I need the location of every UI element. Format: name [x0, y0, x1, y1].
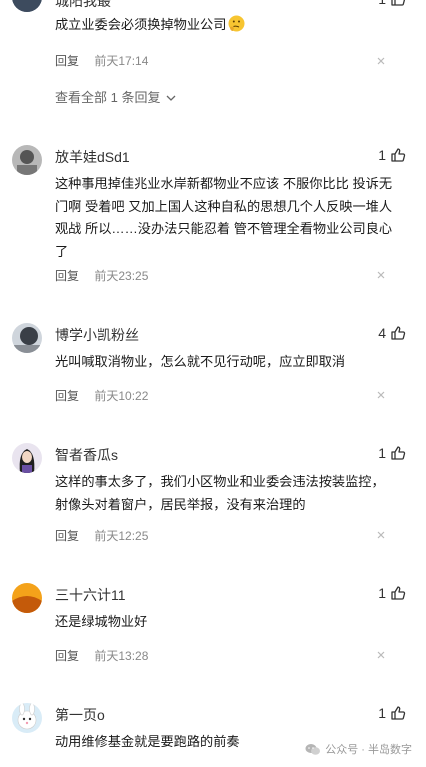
avatar[interactable]: [12, 583, 42, 613]
thumbs-up-icon[interactable]: [390, 705, 406, 721]
like-count: 1: [378, 705, 386, 721]
close-icon[interactable]: [376, 650, 386, 660]
comment-time: 前天10:22: [94, 389, 149, 403]
comment-author[interactable]: 城阳我最: [55, 0, 111, 11]
comment-meta: 回复 前天12:25: [55, 527, 148, 544]
like-count: 1: [378, 445, 386, 461]
comment-time: 前天12:25: [94, 529, 149, 543]
comment-author[interactable]: 放羊娃dSd1: [55, 147, 130, 167]
comment-author[interactable]: 智者香瓜s: [55, 445, 118, 465]
avatar[interactable]: [12, 323, 42, 353]
reply-button[interactable]: 回复: [55, 389, 79, 403]
comment-time: 前天23:25: [94, 269, 149, 283]
comment-text: 这样的事太多了，我们小区物业和业委会违法按装监控，射像头对着窗户，居民举报，没有…: [55, 474, 385, 512]
comment-time: 前天17:14: [94, 54, 149, 68]
avatar[interactable]: [12, 145, 42, 175]
comment-text: 还是绿城物业好: [55, 614, 148, 629]
close-icon[interactable]: [376, 390, 386, 400]
thinking-face-icon: [228, 15, 245, 32]
comment-text: 光叫喊取消物业，怎么就不见行动呢，应立即取消: [55, 354, 346, 369]
thumbs-up-icon[interactable]: [390, 585, 406, 601]
comment-meta: 回复 前天10:22: [55, 387, 148, 404]
avatar[interactable]: [12, 443, 42, 473]
reply-button[interactable]: 回复: [55, 269, 79, 283]
reply-button[interactable]: 回复: [55, 529, 79, 543]
watermark: 公众号 · 半岛数字: [305, 741, 412, 757]
thumbs-up-icon[interactable]: [390, 445, 406, 461]
comment-author[interactable]: 博学小凯粉丝: [55, 325, 139, 345]
chevron-down-icon: [166, 95, 176, 101]
view-all-replies[interactable]: 查看全部 1 条回复: [55, 87, 176, 106]
comment-text: 动用维修基金就是要跑路的前奏: [55, 734, 240, 749]
reply-button[interactable]: 回复: [55, 649, 79, 663]
avatar[interactable]: [12, 0, 42, 12]
thumbs-up-icon[interactable]: [390, 325, 406, 341]
avatar[interactable]: [12, 703, 42, 733]
comment-meta: 回复 前天13:28: [55, 647, 148, 664]
close-icon[interactable]: [376, 270, 386, 280]
like-count: 1: [378, 585, 386, 601]
comment-time: 前天13:28: [94, 649, 149, 663]
like-count: 1: [378, 147, 386, 163]
thumbs-up-icon[interactable]: [390, 147, 406, 163]
like-count: 4: [378, 325, 386, 341]
reply-button[interactable]: 回复: [55, 54, 79, 68]
thumbs-up-icon[interactable]: [390, 0, 406, 7]
wechat-icon: [305, 744, 321, 755]
comment-author[interactable]: 第一页o: [55, 705, 105, 725]
close-icon[interactable]: [376, 530, 386, 540]
comment-text: 成立业委会必须换掉物业公司: [55, 14, 395, 37]
comment-text: 这种事甩掉佳兆业水岸新都物业不应该 不服你比比 投诉无门啊 受着吧 又加上国人这…: [55, 176, 393, 259]
comment-meta: 回复 前天23:25: [55, 267, 148, 284]
close-icon[interactable]: [376, 56, 386, 66]
like-count: 1: [356, 0, 386, 7]
comment-author[interactable]: 三十六计11: [55, 585, 126, 605]
comment-meta: 回复 前天17:14: [55, 52, 148, 69]
